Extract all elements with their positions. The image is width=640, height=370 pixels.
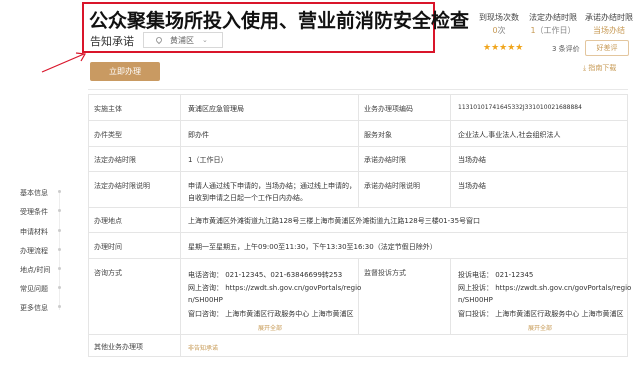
review-button[interactable]: 好差评 (585, 40, 629, 56)
nav-item-place-time[interactable]: 地点/时间 (20, 265, 50, 275)
nav-item-process[interactable]: 办理流程 (20, 246, 48, 256)
nav-dot (58, 286, 61, 289)
consult-line1: 电话咨询： 021-12345、021-63846699转253 (188, 271, 343, 279)
legal-desc-line2: 自收到申请之日起一个工作日内办结。 (188, 194, 307, 202)
nav-item-more[interactable]: 更多信息 (20, 303, 48, 313)
chevron-down-icon: ⌄ (202, 36, 208, 44)
nav-dot (58, 305, 61, 308)
complain-expand-link[interactable]: 展开全部 (528, 323, 552, 332)
apply-now-button[interactable]: 立即办理 (90, 62, 160, 81)
time-label: 办理时间 (94, 243, 122, 251)
complain-line2: 网上投诉： https://zwdt.sh.gov.cn/govPortals/… (458, 284, 632, 292)
consult-line4: 窗口咨询： 上海市黄浦区行政服务中心 上海市黄浦区 (188, 310, 354, 318)
location-pin-icon (154, 35, 164, 45)
nav-dot (58, 209, 61, 212)
other-label: 其他业务办理项 (94, 343, 143, 351)
target-value: 企业法人,事业法人,社会组织法人 (458, 131, 561, 139)
divider (88, 89, 628, 90)
stat-value-promise: 当场办结 (593, 26, 625, 35)
annotation-arrow-icon (41, 52, 86, 73)
impl-value: 黄浦区应急管理局 (188, 105, 244, 113)
nav-dot (58, 229, 61, 232)
promise-value: 当场办结 (458, 156, 486, 164)
nav-item-materials[interactable]: 申请材料 (20, 227, 48, 237)
region-selector[interactable]: 黄浦区 ⌄ (143, 32, 223, 48)
info-table: 实施主体 黄浦区应急管理局 业务办理项编码 11310101741645332J… (88, 94, 632, 357)
guide-download-link[interactable]: ⤓ 指南下载 (583, 63, 616, 73)
rating-count[interactable]: 3 条评价 (552, 44, 580, 54)
impl-label: 实施主体 (94, 105, 122, 113)
consult-label: 咨询方式 (94, 269, 122, 277)
place-value: 上海市黄浦区外滩街道九江路128号三楼上海市黄浦区外滩街道九江路128号三楼01… (188, 217, 481, 225)
consult-line3: n/SH00HP (188, 296, 223, 304)
legal-desc-label: 法定办结时限说明 (94, 182, 150, 190)
complain-line3: n/SH00HP (458, 296, 493, 304)
stat-label-legal: 法定办结时限 (529, 13, 577, 22)
page-subtitle: 告知承诺 (90, 35, 134, 48)
stat-value-visits: 0次 (492, 26, 506, 35)
rating-stars-icon: ★★★★★ (483, 43, 524, 53)
type-label: 办件类型 (94, 131, 122, 139)
target-label: 服务对象 (364, 131, 392, 139)
page-title: 公众聚集场所投入使用、营业前消防安全检查 (89, 10, 470, 32)
legal-label: 法定办结时限 (94, 156, 136, 164)
other-value-link[interactable]: 非告知承诺 (188, 343, 218, 352)
nav-item-conditions[interactable]: 受理条件 (20, 207, 48, 217)
promise-label: 承诺办结时限 (364, 156, 406, 164)
stat-label-promise: 承诺办结时限 (585, 13, 633, 22)
complain-label: 监督投诉方式 (364, 269, 406, 277)
complain-line1: 投诉电话： 021-12345 (458, 271, 534, 279)
consult-expand-link[interactable]: 展开全部 (258, 323, 282, 332)
type-value: 即办件 (188, 131, 209, 139)
nav-item-basic[interactable]: 基本信息 (20, 188, 48, 198)
promise-desc-label: 承诺办结时限说明 (364, 182, 420, 190)
complain-line4: 窗口投诉： 上海市黄浦区行政服务中心 上海市黄浦区 (458, 310, 624, 318)
legal-desc-line1: 申请人通过线下申请的，当场办结；通过线上申请的， (188, 182, 356, 190)
time-value: 星期一至星期五，上午09:00至11:30，下午13:30至16:30（法定节假… (188, 243, 437, 251)
place-label: 办理地点 (94, 217, 122, 225)
promise-desc-value: 当场办结 (458, 182, 486, 190)
nav-dot (58, 267, 61, 270)
legal-value: 1（工作日） (188, 156, 228, 164)
consult-line2: 网上咨询： https://zwdt.sh.gov.cn/govPortals/… (188, 284, 362, 292)
stat-value-legal: 1（工作日） (530, 26, 576, 35)
nav-dot (58, 190, 61, 193)
nav-dot (58, 248, 61, 251)
code-label: 业务办理项编码 (364, 105, 413, 113)
nav-item-faq[interactable]: 常见问题 (20, 284, 48, 294)
code-value: 11310101741645332J331010021688884 (458, 104, 582, 111)
stat-label-visits: 到现场次数 (479, 13, 519, 22)
region-label: 黄浦区 (170, 35, 194, 45)
